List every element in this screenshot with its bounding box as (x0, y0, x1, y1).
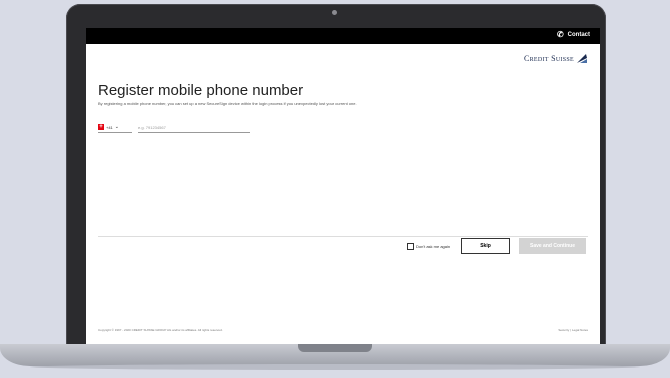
dont-ask-checkbox[interactable]: Don't ask me again (407, 243, 450, 250)
logo-text: Credit Suisse (523, 53, 574, 63)
page-title: Register mobile phone number (98, 82, 304, 99)
dont-ask-label: Don't ask me again (416, 244, 451, 249)
swiss-flag-icon: + (98, 124, 104, 130)
security-link[interactable]: Security (558, 328, 569, 332)
footer-links: Security | Legal Notes (558, 328, 588, 332)
save-and-continue-button[interactable]: Save and Continue (519, 238, 586, 254)
phone-number-input[interactable] (138, 122, 250, 133)
checkbox-box[interactable] (407, 243, 414, 250)
sails-icon (577, 54, 587, 63)
credit-suisse-logo: Credit Suisse (524, 52, 588, 64)
contact-link[interactable]: ✆ Contact (557, 31, 590, 39)
footer-copyright: Copyright © 1997 - 2020 CREDIT SUISSE GR… (98, 328, 223, 332)
contact-label: Contact (567, 32, 590, 38)
chevron-down-icon: ⌄ (114, 124, 119, 130)
legal-notes-link[interactable]: Legal Notes (572, 328, 588, 332)
laptop-shadow (30, 364, 640, 370)
page-subtitle: By registering a mobile phone number, yo… (98, 101, 357, 106)
section-divider (98, 236, 588, 237)
webcam-dot (332, 10, 337, 15)
laptop-notch (298, 344, 372, 352)
top-bar: ✆ Contact (86, 28, 600, 44)
footer-separator: | (570, 328, 571, 332)
country-code-value: +41 (106, 124, 113, 130)
phone-icon: ✆ (556, 30, 564, 39)
country-code-select[interactable]: + +41 ⌄ (98, 122, 132, 133)
laptop-screen: ✆ Contact Credit Suisse Register mobile … (86, 28, 600, 344)
skip-button[interactable]: Skip (461, 238, 510, 254)
